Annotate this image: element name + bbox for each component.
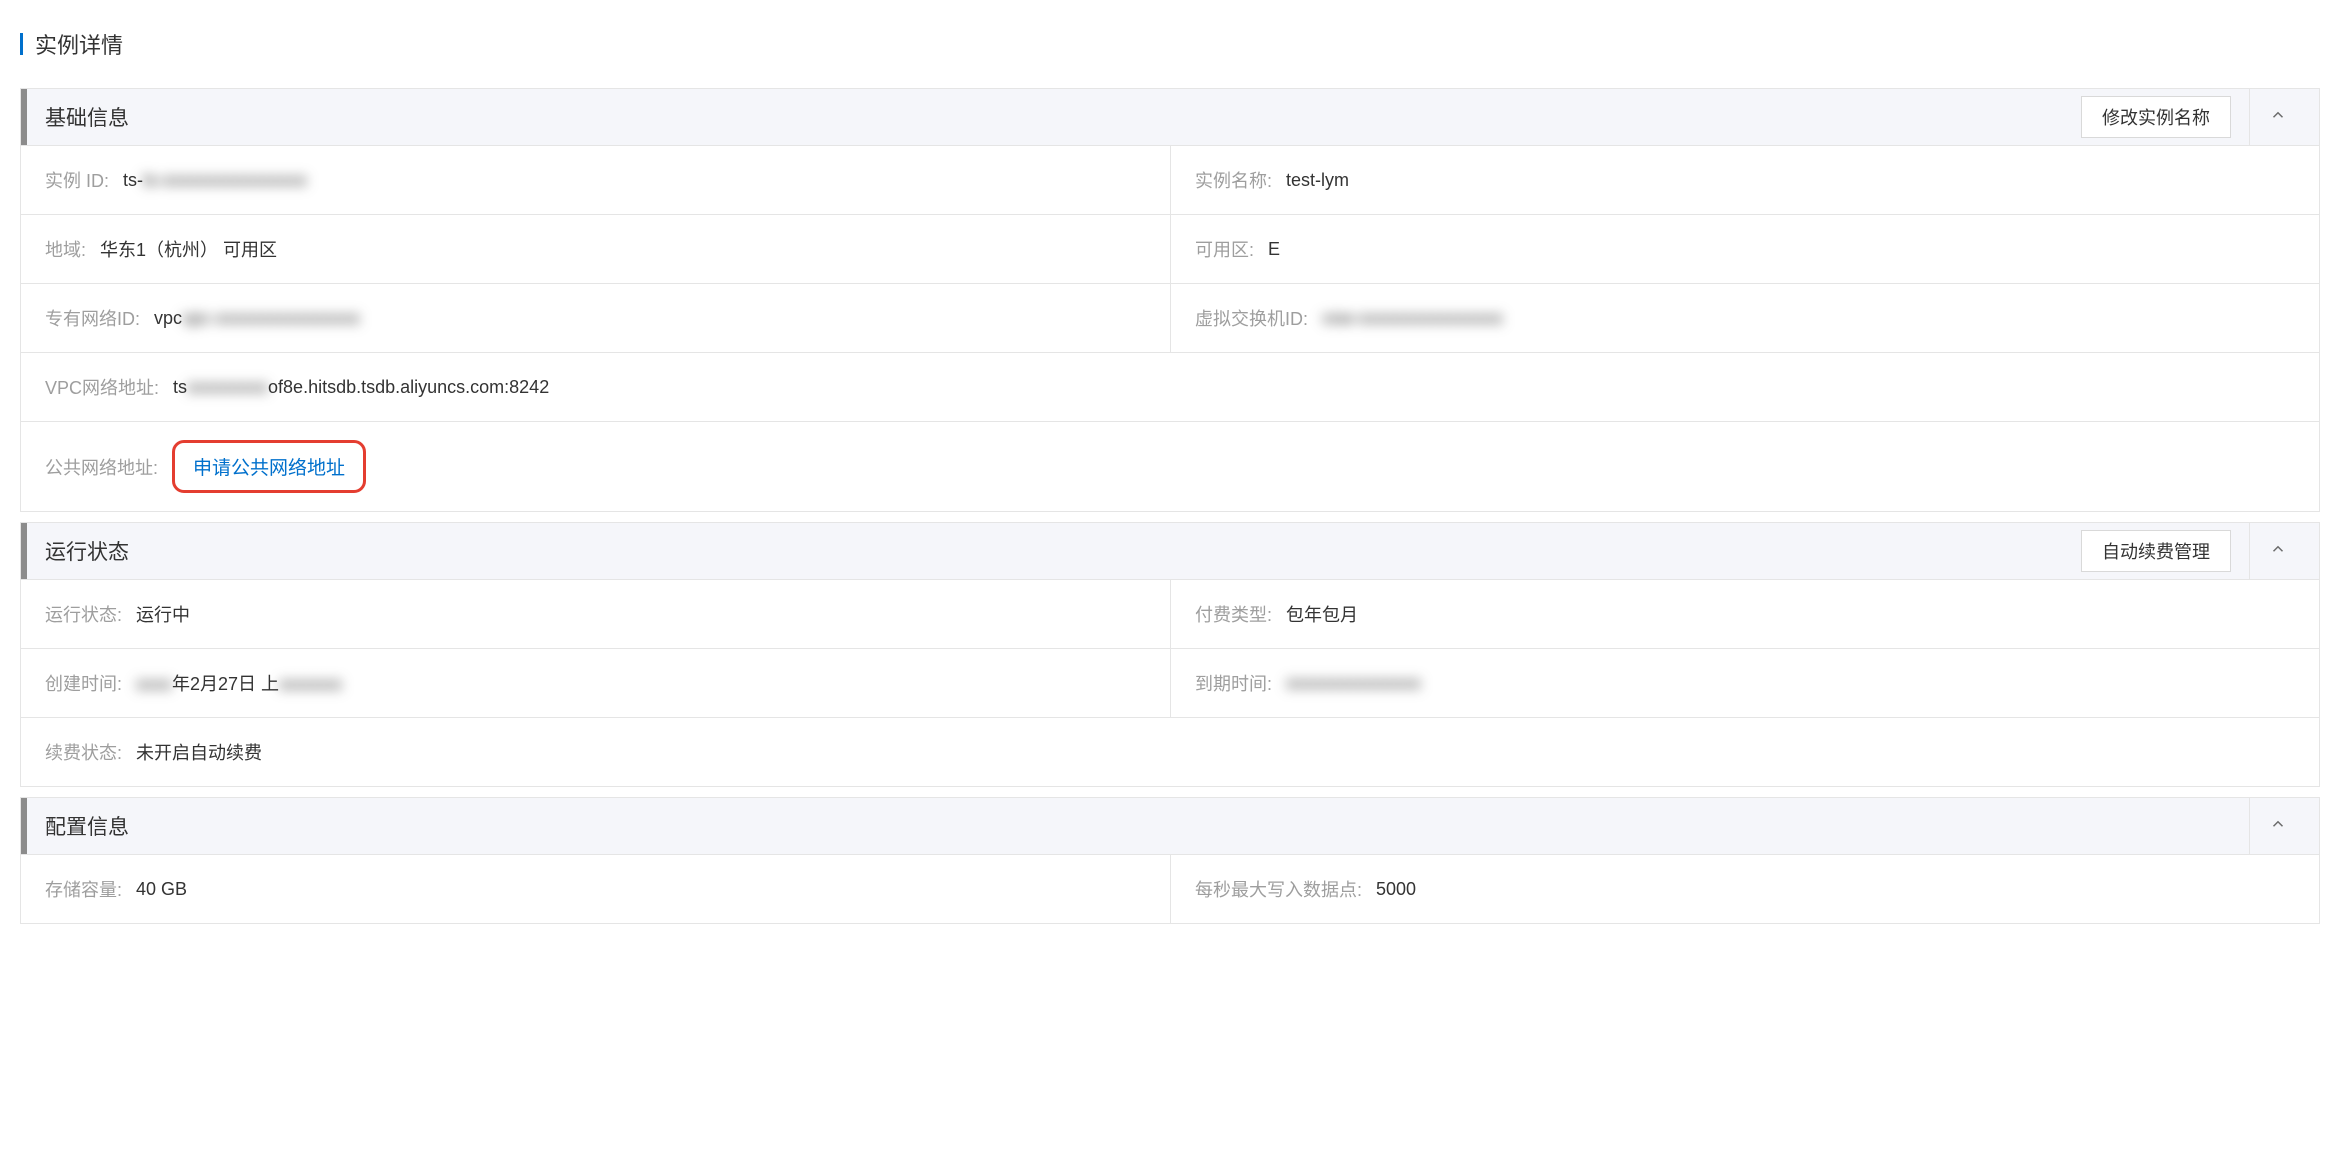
cell-run-status: 运行状态: 运行中: [21, 580, 1170, 648]
chevron-up-icon: [2269, 540, 2287, 563]
chevron-up-icon: [2269, 106, 2287, 129]
cell-vswitch-id: 虚拟交换机ID: vsw-xxxxxxxxxxxxxxxx: [1170, 284, 2319, 352]
cell-public-addr: 公共网络地址: 申请公共网络地址: [21, 422, 2319, 511]
cell-vpc-id: 专有网络ID: vpcvpc-xxxxxxxxxxxxxxxx: [21, 284, 1170, 352]
panel-basic-title: 基础信息: [45, 102, 129, 132]
panel-status-toggle[interactable]: [2249, 523, 2305, 579]
run-status-label: 运行状态:: [45, 601, 122, 627]
renew-label: 续费状态:: [45, 739, 122, 765]
vswitch-id-label: 虚拟交换机ID:: [1195, 305, 1308, 331]
instance-id-value: ts-ts-xxxxxxxxxxxxxxxx: [123, 170, 307, 191]
public-addr-label: 公共网络地址:: [45, 454, 158, 480]
cell-region: 地域: 华东1（杭州） 可用区: [21, 215, 1170, 283]
panel-config: 配置信息 存储容量: 40 GB 每秒最大写入数据点: 5000: [20, 797, 2320, 924]
apply-public-addr-highlight: 申请公共网络地址: [172, 440, 366, 493]
row-renew: 续费状态: 未开启自动续费: [21, 717, 2319, 786]
instance-name-value: test-lym: [1286, 170, 1349, 191]
row-storage-wps: 存储容量: 40 GB 每秒最大写入数据点: 5000: [21, 854, 2319, 923]
vpc-addr-label: VPC网络地址:: [45, 374, 159, 400]
vpc-id-value: vpcvpc-xxxxxxxxxxxxxxxx: [154, 308, 360, 329]
page-title: 实例详情: [0, 0, 2340, 88]
row-region-zone: 地域: 华东1（杭州） 可用区 可用区: E: [21, 214, 2319, 283]
billing-label: 付费类型:: [1195, 601, 1272, 627]
zone-label: 可用区:: [1195, 236, 1254, 262]
panel-basic-toggle[interactable]: [2249, 89, 2305, 145]
create-time-value: xxxx年2月27日 上xxxxxxx: [136, 670, 342, 696]
cell-renew: 续费状态: 未开启自动续费: [21, 718, 2319, 786]
renew-value: 未开启自动续费: [136, 739, 262, 765]
vswitch-id-value: vsw-xxxxxxxxxxxxxxxx: [1322, 308, 1503, 329]
panel-status-header: 运行状态 自动续费管理: [21, 523, 2319, 579]
cell-instance-id: 实例 ID: ts-ts-xxxxxxxxxxxxxxxx: [21, 146, 1170, 214]
billing-value: 包年包月: [1286, 601, 1358, 627]
page-title-text: 实例详情: [35, 28, 123, 60]
panel-status-title: 运行状态: [45, 536, 129, 566]
cell-billing: 付费类型: 包年包月: [1170, 580, 2319, 648]
row-instance-id-name: 实例 ID: ts-ts-xxxxxxxxxxxxxxxx 实例名称: test…: [21, 145, 2319, 214]
panel-config-title: 配置信息: [45, 811, 129, 841]
panel-basic-header: 基础信息 修改实例名称: [21, 89, 2319, 145]
panel-status: 运行状态 自动续费管理 运行状态: 运行中 付费类型: 包年包月 创建时间: x…: [20, 522, 2320, 787]
panel-config-toggle[interactable]: [2249, 798, 2305, 854]
row-create-expire: 创建时间: xxxx年2月27日 上xxxxxxx 到期时间: xxxxxxxx…: [21, 648, 2319, 717]
row-public-addr: 公共网络地址: 申请公共网络地址: [21, 421, 2319, 511]
run-status-value: 运行中: [136, 601, 190, 627]
modify-instance-name-button[interactable]: 修改实例名称: [2081, 96, 2231, 138]
create-time-label: 创建时间:: [45, 670, 122, 696]
cell-vpc-addr: VPC网络地址: tsxxxxxxxxxof8e.hitsdb.tsdb.ali…: [21, 353, 2319, 421]
vpc-id-label: 专有网络ID:: [45, 305, 140, 331]
panel-config-header: 配置信息: [21, 798, 2319, 854]
cell-zone: 可用区: E: [1170, 215, 2319, 283]
instance-id-label: 实例 ID:: [45, 167, 109, 193]
row-status-billing: 运行状态: 运行中 付费类型: 包年包月: [21, 579, 2319, 648]
storage-value: 40 GB: [136, 879, 187, 900]
expire-time-value: xxxxxxxxxxxxxxx: [1286, 673, 1421, 694]
expire-time-label: 到期时间:: [1195, 670, 1272, 696]
auto-renew-manage-button[interactable]: 自动续费管理: [2081, 530, 2231, 572]
apply-public-addr-link[interactable]: 申请公共网络地址: [187, 451, 351, 482]
wps-label: 每秒最大写入数据点:: [1195, 876, 1362, 902]
title-accent-bar: [20, 33, 23, 55]
vpc-addr-value: tsxxxxxxxxxof8e.hitsdb.tsdb.aliyuncs.com…: [173, 377, 549, 398]
cell-storage: 存储容量: 40 GB: [21, 855, 1170, 923]
storage-label: 存储容量:: [45, 876, 122, 902]
wps-value: 5000: [1376, 879, 1416, 900]
cell-instance-name: 实例名称: test-lym: [1170, 146, 2319, 214]
row-vpc-addr: VPC网络地址: tsxxxxxxxxxof8e.hitsdb.tsdb.ali…: [21, 352, 2319, 421]
chevron-up-icon: [2269, 815, 2287, 838]
region-value: 华东1（杭州） 可用区: [100, 236, 277, 262]
cell-wps: 每秒最大写入数据点: 5000: [1170, 855, 2319, 923]
region-label: 地域:: [45, 236, 86, 262]
row-vpc-vswitch: 专有网络ID: vpcvpc-xxxxxxxxxxxxxxxx 虚拟交换机ID:…: [21, 283, 2319, 352]
cell-expire-time: 到期时间: xxxxxxxxxxxxxxx: [1170, 649, 2319, 717]
zone-value: E: [1268, 239, 1280, 260]
cell-create-time: 创建时间: xxxx年2月27日 上xxxxxxx: [21, 649, 1170, 717]
panel-basic-info: 基础信息 修改实例名称 实例 ID: ts-ts-xxxxxxxxxxxxxxx…: [20, 88, 2320, 512]
instance-name-label: 实例名称:: [1195, 167, 1272, 193]
